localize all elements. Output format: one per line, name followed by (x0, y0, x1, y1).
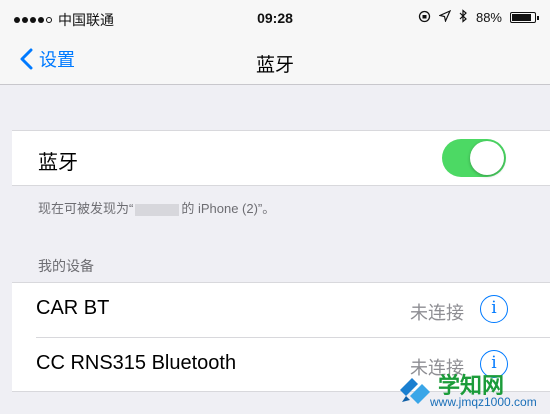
watermark-logo-icon (400, 378, 430, 404)
device-name: CC RNS315 Bluetooth (36, 352, 237, 374)
page-title: 蓝牙 (255, 55, 294, 76)
status-right: 88% (418, 9, 539, 26)
watermark-url: www.jmqz1000.com (430, 395, 537, 409)
discoverable-suffix: 的 iPhone (2)”。 (181, 201, 276, 216)
battery-icon (510, 12, 539, 23)
watermark: 学知网 www.jmqz1000.com (392, 368, 542, 412)
bluetooth-label: 蓝牙 (38, 152, 78, 174)
my-devices-header: 我的设备 (38, 258, 94, 274)
orientation-lock-icon (418, 10, 431, 26)
device-status: 未连接 (410, 303, 464, 323)
bluetooth-icon (459, 9, 468, 26)
bluetooth-toggle-row: 蓝牙 (12, 130, 550, 186)
status-bar: 中国联通 09:28 88% (0, 0, 550, 38)
battery-percentage: 88% (475, 10, 502, 25)
discoverable-prefix: 现在可被发现为“ (38, 201, 134, 216)
location-icon (438, 9, 452, 25)
redacted-device-name (135, 203, 180, 216)
bluetooth-toggle[interactable] (442, 139, 506, 177)
info-icon[interactable]: i (480, 295, 508, 323)
device-row[interactable]: CAR BT 未连接 i (12, 283, 550, 337)
toggle-knob (470, 141, 504, 175)
discoverable-note: 现在可被发现为“ 的 iPhone (2)”。 (38, 198, 275, 217)
device-name: CAR BT (36, 297, 110, 319)
navigation-bar: 设置 蓝牙 (0, 38, 550, 85)
